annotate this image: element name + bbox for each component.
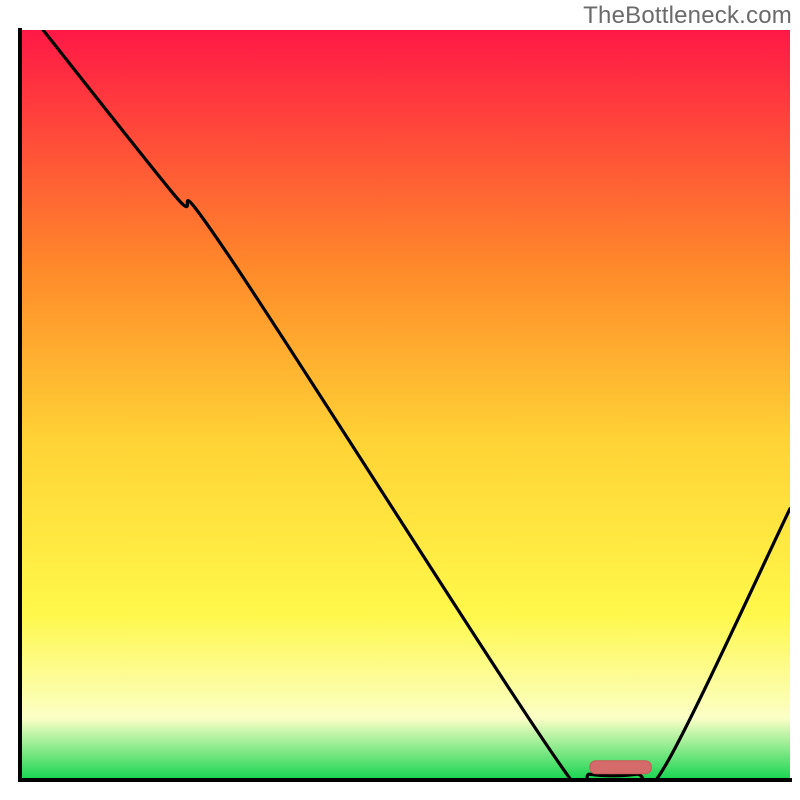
watermark-text: TheBottleneck.com xyxy=(583,2,792,30)
chart-svg xyxy=(0,0,800,800)
bottleneck-chart: TheBottleneck.com xyxy=(0,0,800,800)
optimal-marker xyxy=(590,761,652,774)
plot-background xyxy=(20,30,790,778)
